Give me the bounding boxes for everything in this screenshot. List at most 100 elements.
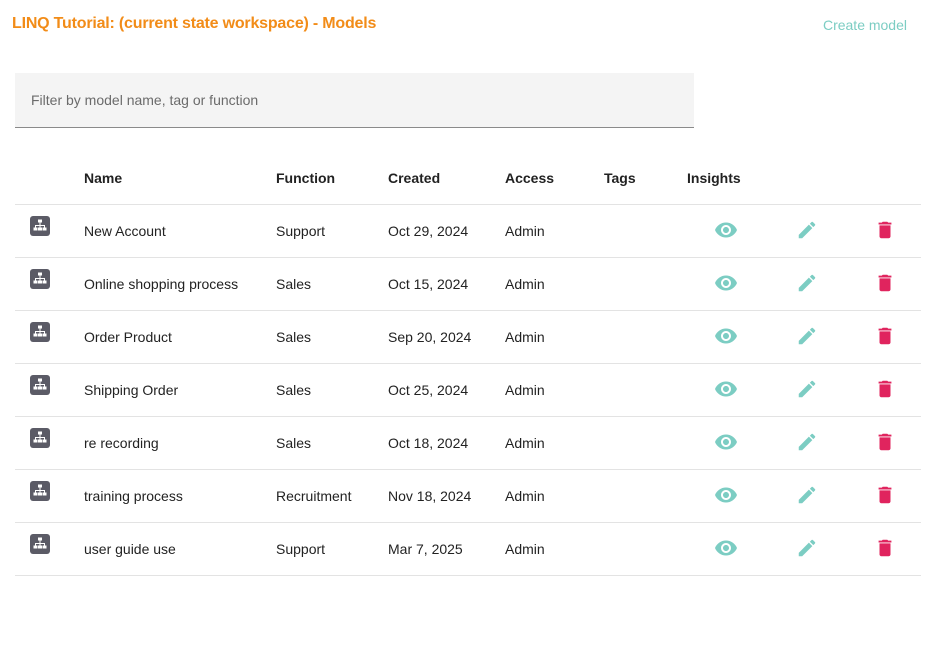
model-function: Support <box>276 204 388 258</box>
table-row[interactable]: training process Recruitment Nov 18, 202… <box>15 469 921 523</box>
org-chart-icon <box>30 533 50 554</box>
insights-cell <box>687 469 764 523</box>
model-access: Admin <box>505 257 604 311</box>
col-header-insights: Insights <box>687 151 764 205</box>
edit-cell <box>764 204 849 258</box>
model-tags <box>604 363 687 417</box>
insights-cell <box>687 522 764 576</box>
trash-icon[interactable] <box>874 219 896 244</box>
org-chart-icon <box>30 427 50 448</box>
model-tags <box>604 522 687 576</box>
col-header-name[interactable]: Name <box>84 151 276 205</box>
model-icon-cell <box>15 469 84 523</box>
pencil-icon[interactable] <box>796 272 818 297</box>
delete-cell <box>849 469 921 523</box>
table-row[interactable]: Shipping Order Sales Oct 25, 2024 Admin <box>15 363 921 417</box>
trash-icon[interactable] <box>874 325 896 350</box>
model-created: Mar 7, 2025 <box>388 522 505 576</box>
models-table: Name Function Created Access Tags Insigh… <box>15 151 921 576</box>
trash-icon[interactable] <box>874 484 896 509</box>
org-chart-icon <box>30 374 50 395</box>
pencil-icon[interactable] <box>796 325 818 350</box>
model-tags <box>604 257 687 311</box>
insights-cell <box>687 257 764 311</box>
model-function: Recruitment <box>276 469 388 523</box>
model-access: Admin <box>505 363 604 417</box>
model-icon-cell <box>15 522 84 576</box>
col-header-edit <box>764 151 849 205</box>
edit-cell <box>764 522 849 576</box>
pencil-icon[interactable] <box>796 219 818 244</box>
org-chart-icon <box>30 215 50 236</box>
delete-cell <box>849 204 921 258</box>
col-header-access[interactable]: Access <box>505 151 604 205</box>
delete-cell <box>849 522 921 576</box>
model-created: Oct 15, 2024 <box>388 257 505 311</box>
delete-cell <box>849 310 921 364</box>
model-name[interactable]: Shipping Order <box>84 363 276 417</box>
model-created: Nov 18, 2024 <box>388 469 505 523</box>
model-function: Sales <box>276 257 388 311</box>
trash-icon[interactable] <box>874 537 896 562</box>
edit-cell <box>764 363 849 417</box>
table-row[interactable]: user guide use Support Mar 7, 2025 Admin <box>15 522 921 576</box>
model-function: Support <box>276 522 388 576</box>
create-model-link[interactable]: Create model <box>823 17 907 33</box>
pencil-icon[interactable] <box>796 537 818 562</box>
model-icon-cell <box>15 363 84 417</box>
eye-icon[interactable] <box>714 483 738 510</box>
model-access: Admin <box>505 310 604 364</box>
filter-input[interactable] <box>15 73 694 127</box>
edit-cell <box>764 416 849 470</box>
model-name[interactable]: training process <box>84 469 276 523</box>
model-access: Admin <box>505 416 604 470</box>
pencil-icon[interactable] <box>796 484 818 509</box>
model-access: Admin <box>505 522 604 576</box>
trash-icon[interactable] <box>874 272 896 297</box>
table-row[interactable]: re recording Sales Oct 18, 2024 Admin <box>15 416 921 470</box>
col-header-created[interactable]: Created <box>388 151 505 205</box>
model-tags <box>604 469 687 523</box>
model-name[interactable]: re recording <box>84 416 276 470</box>
model-icon-cell <box>15 416 84 470</box>
eye-icon[interactable] <box>714 324 738 351</box>
table-row[interactable]: New Account Support Oct 29, 2024 Admin <box>15 204 921 258</box>
eye-icon[interactable] <box>714 271 738 298</box>
eye-icon[interactable] <box>714 536 738 563</box>
model-icon-cell <box>15 257 84 311</box>
delete-cell <box>849 363 921 417</box>
eye-icon[interactable] <box>714 430 738 457</box>
org-chart-icon <box>30 480 50 501</box>
col-header-delete <box>849 151 921 205</box>
table-header-row: Name Function Created Access Tags Insigh… <box>15 151 921 205</box>
pencil-icon[interactable] <box>796 431 818 456</box>
trash-icon[interactable] <box>874 378 896 403</box>
model-name[interactable]: Online shopping process <box>84 257 276 311</box>
eye-icon[interactable] <box>714 377 738 404</box>
edit-cell <box>764 310 849 364</box>
model-tags <box>604 416 687 470</box>
pencil-icon[interactable] <box>796 378 818 403</box>
eye-icon[interactable] <box>714 218 738 245</box>
org-chart-icon <box>30 268 50 289</box>
table-row[interactable]: Order Product Sales Sep 20, 2024 Admin <box>15 310 921 364</box>
col-header-tags[interactable]: Tags <box>604 151 687 205</box>
insights-cell <box>687 204 764 258</box>
model-access: Admin <box>505 469 604 523</box>
table-row[interactable]: Online shopping process Sales Oct 15, 20… <box>15 257 921 311</box>
model-created: Oct 25, 2024 <box>388 363 505 417</box>
model-name[interactable]: New Account <box>84 204 276 258</box>
model-access: Admin <box>505 204 604 258</box>
col-header-function[interactable]: Function <box>276 151 388 205</box>
model-name[interactable]: Order Product <box>84 310 276 364</box>
model-icon-cell <box>15 310 84 364</box>
insights-cell <box>687 310 764 364</box>
trash-icon[interactable] <box>874 431 896 456</box>
delete-cell <box>849 416 921 470</box>
model-created: Sep 20, 2024 <box>388 310 505 364</box>
model-name[interactable]: user guide use <box>84 522 276 576</box>
filter-field[interactable] <box>15 73 694 128</box>
page-title: LINQ Tutorial: (current state workspace)… <box>12 15 377 32</box>
model-function: Sales <box>276 416 388 470</box>
insights-cell <box>687 416 764 470</box>
